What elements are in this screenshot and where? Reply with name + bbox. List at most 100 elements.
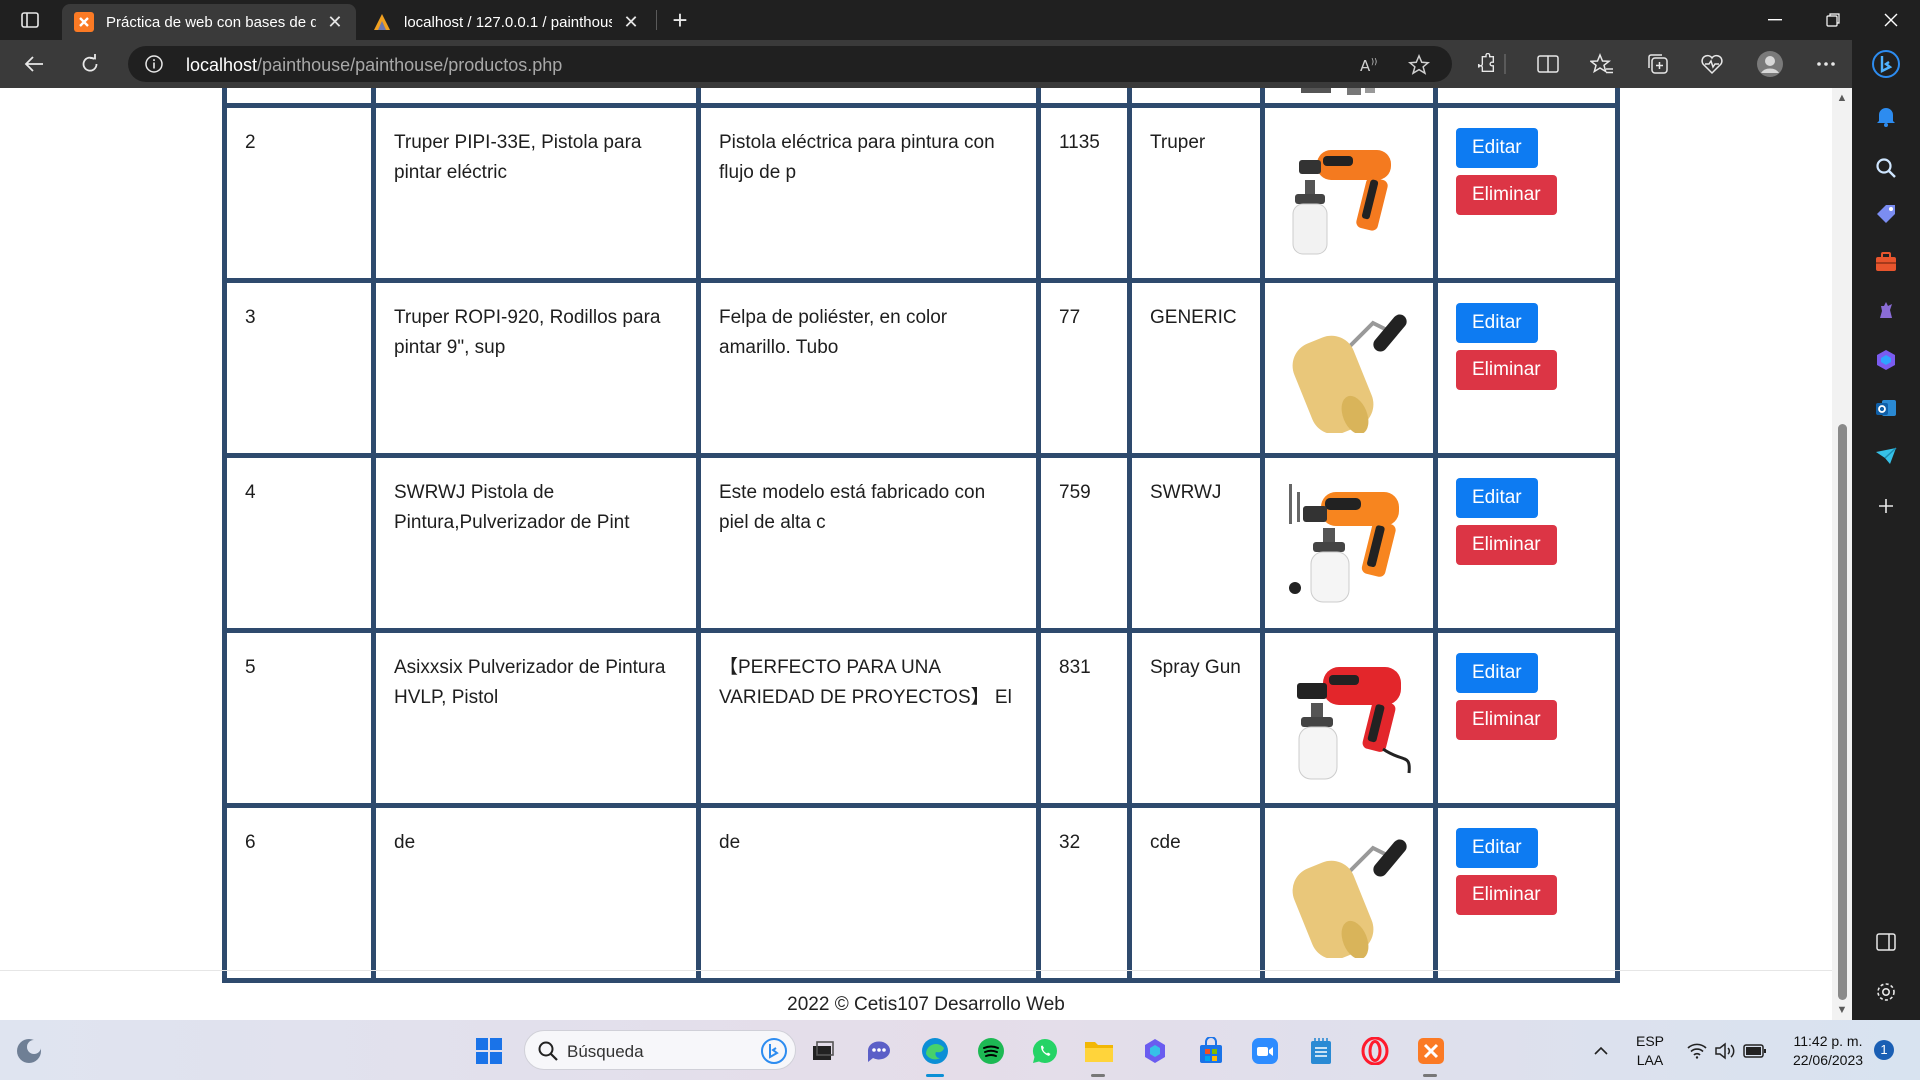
games-icon[interactable] xyxy=(1872,296,1900,324)
delete-button[interactable]: Eliminar xyxy=(1456,350,1557,390)
product-brand: cde xyxy=(1132,808,1260,978)
product-price: 32 xyxy=(1041,808,1127,978)
edit-button[interactable]: Editar xyxy=(1456,653,1538,693)
collections-icon[interactable] xyxy=(1644,50,1672,78)
notifications-bell-icon[interactable] xyxy=(1872,102,1900,130)
footer-divider xyxy=(0,970,1852,971)
phpmyadmin-icon xyxy=(372,12,392,32)
site-info-icon[interactable] xyxy=(144,54,164,74)
page-content: 2 Truper PIPI-33E, Pistola para pintar e… xyxy=(0,88,1852,1020)
back-button[interactable] xyxy=(16,48,52,80)
split-screen-icon[interactable] xyxy=(1534,50,1562,78)
favorites-icon[interactable] xyxy=(1588,50,1616,78)
search-icon xyxy=(537,1040,559,1067)
edge-browser-icon[interactable] xyxy=(920,1036,950,1066)
refresh-button[interactable] xyxy=(72,48,108,80)
product-id: 2 xyxy=(227,108,371,278)
hide-sidebar-icon[interactable] xyxy=(1872,928,1900,956)
teams-chat-icon[interactable] xyxy=(864,1036,894,1066)
tab-practica[interactable]: Práctica de web con bases de da ✕ xyxy=(62,4,356,40)
notification-badge[interactable]: 1 xyxy=(1874,1040,1894,1060)
extensions-icon[interactable] xyxy=(1472,50,1500,78)
product-brand: Spray Gun xyxy=(1132,633,1260,803)
browser-essentials-icon[interactable] xyxy=(1698,50,1726,78)
address-bar[interactable]: localhost/painthouse/painthouse/producto… xyxy=(128,46,1452,82)
product-image xyxy=(1265,633,1433,803)
copilot-app-icon[interactable] xyxy=(1140,1036,1170,1066)
product-price: 77 xyxy=(1041,283,1127,453)
profile-avatar[interactable] xyxy=(1756,50,1784,78)
red-spray-gun-image xyxy=(1297,667,1411,780)
show-hidden-icons-chevron-icon[interactable] xyxy=(1586,1036,1616,1066)
tools-briefcase-icon[interactable] xyxy=(1872,248,1900,276)
microsoft365-icon[interactable] xyxy=(1872,346,1900,374)
clock[interactable]: 11:42 p. m. 22/06/2023 xyxy=(1780,1032,1876,1070)
sidebar-settings-gear-icon[interactable] xyxy=(1872,978,1900,1006)
favorite-star-icon[interactable] xyxy=(1408,54,1430,76)
close-tab-icon[interactable]: ✕ xyxy=(326,12,344,32)
delete-button[interactable]: Eliminar xyxy=(1456,175,1557,215)
product-price: 831 xyxy=(1041,633,1127,803)
edit-button[interactable]: Editar xyxy=(1456,828,1538,868)
restore-button[interactable] xyxy=(1804,0,1862,40)
product-image xyxy=(1265,458,1433,628)
microsoft-store-icon[interactable] xyxy=(1196,1036,1226,1066)
table-row: 6 de de 32 cde Editar Eliminar xyxy=(227,808,1615,978)
read-aloud-icon[interactable]: A)) xyxy=(1360,54,1382,76)
more-options-icon[interactable] xyxy=(1812,50,1840,78)
delete-button[interactable]: Eliminar xyxy=(1456,700,1557,740)
delete-button[interactable]: Eliminar xyxy=(1456,525,1557,565)
product-description: Pistola eléctrica para pintura con flujo… xyxy=(701,108,1036,278)
tab-phpmyadmin[interactable]: localhost / 127.0.0.1 / painthouse ✕ xyxy=(360,4,652,40)
scroll-down-arrow-icon[interactable]: ▼ xyxy=(1836,1004,1848,1016)
actions-cell: Editar Eliminar xyxy=(1438,808,1615,978)
add-sidebar-app-icon[interactable] xyxy=(1872,492,1900,520)
table-row: 2 Truper PIPI-33E, Pistola para pintar e… xyxy=(227,108,1615,278)
drop-icon[interactable] xyxy=(1872,442,1900,470)
wifi-icon[interactable] xyxy=(1682,1036,1712,1066)
search-icon[interactable] xyxy=(1872,154,1900,182)
actions-cell: Editar Eliminar xyxy=(1438,283,1615,453)
input-language[interactable]: ESP LAA xyxy=(1630,1032,1670,1070)
weather-widget-icon[interactable] xyxy=(12,1034,46,1068)
table-row: 5 Asixxsix Pulverizador de Pintura HVLP,… xyxy=(227,633,1615,803)
close-window-button[interactable] xyxy=(1862,0,1920,40)
actions-cell: Editar Eliminar xyxy=(1438,458,1615,628)
scroll-up-arrow-icon[interactable]: ▲ xyxy=(1836,92,1848,104)
close-tab-icon[interactable]: ✕ xyxy=(622,12,640,32)
tab-separator xyxy=(656,10,657,30)
product-image xyxy=(1265,808,1433,978)
edit-button[interactable]: Editar xyxy=(1456,303,1538,343)
page-scrollbar[interactable]: ▲ ▼ xyxy=(1832,88,1852,1020)
file-explorer-icon[interactable] xyxy=(1084,1036,1114,1066)
minimize-button[interactable] xyxy=(1746,0,1804,40)
edit-button[interactable]: Editar xyxy=(1456,478,1538,518)
actions-cell: Editar Eliminar xyxy=(1438,633,1615,803)
spotify-icon[interactable] xyxy=(976,1036,1006,1066)
edit-button[interactable]: Editar xyxy=(1456,128,1538,168)
xampp-taskbar-icon[interactable] xyxy=(1416,1036,1446,1066)
product-brand: Truper xyxy=(1132,108,1260,278)
shopping-tag-icon[interactable] xyxy=(1872,200,1900,228)
task-view-icon[interactable] xyxy=(808,1036,838,1066)
start-menu-icon[interactable] xyxy=(474,1036,504,1066)
orange-spray-gun-image xyxy=(1289,484,1399,603)
outlook-icon[interactable] xyxy=(1872,394,1900,422)
volume-icon[interactable] xyxy=(1710,1036,1740,1066)
notepad-icon[interactable] xyxy=(1306,1036,1336,1066)
edge-sidebar xyxy=(1852,40,1920,1020)
taskbar-search[interactable]: Búsqueda xyxy=(524,1030,796,1070)
svg-text:)): )) xyxy=(1371,57,1377,66)
battery-icon[interactable] xyxy=(1740,1036,1770,1066)
delete-button[interactable]: Eliminar xyxy=(1456,875,1557,915)
product-id: 6 xyxy=(227,808,371,978)
new-tab-button[interactable]: + xyxy=(664,5,696,35)
footer-text: 2022 © Cetis107 Desarrollo Web xyxy=(787,994,1065,1015)
scroll-thumb[interactable] xyxy=(1838,424,1847,1000)
opera-icon[interactable] xyxy=(1360,1036,1390,1066)
tab-actions-button[interactable] xyxy=(14,6,46,34)
zoom-icon[interactable] xyxy=(1250,1036,1280,1066)
bing-copilot-icon[interactable] xyxy=(1872,50,1900,78)
paint-roller-image xyxy=(1292,839,1407,960)
whatsapp-icon[interactable] xyxy=(1030,1036,1060,1066)
